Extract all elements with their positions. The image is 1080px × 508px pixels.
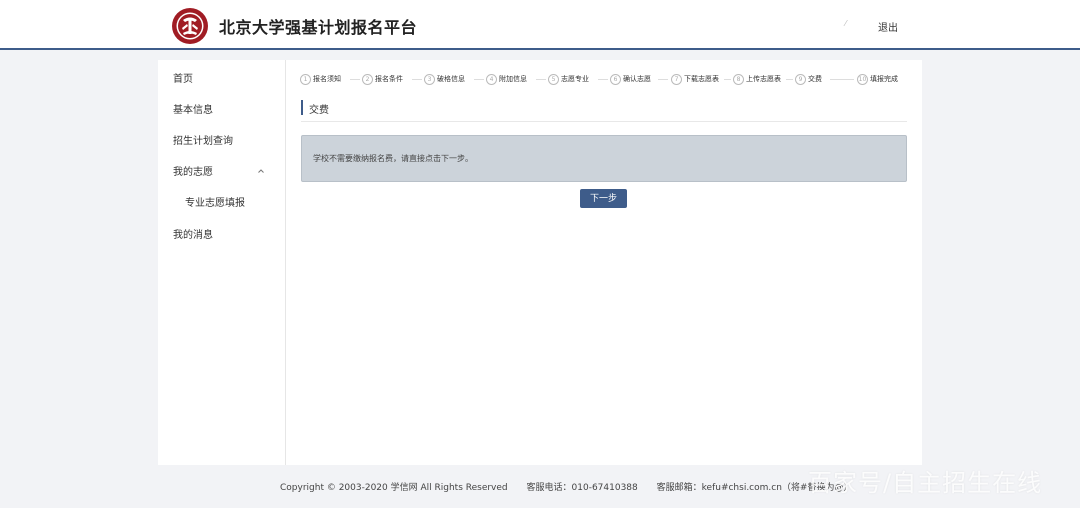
step-2: 2 报名条件	[362, 72, 403, 86]
step-number: 6	[610, 73, 621, 85]
service-phone: 客服电话：010-67410388	[526, 483, 638, 493]
sidebar-item-enrollment-plan[interactable]: 招生计划查询	[173, 132, 233, 147]
footer: Copyright © 2003-2020 学信网 All Rights Res…	[280, 480, 868, 493]
step-label: 破格信息	[437, 75, 465, 83]
step-progress: 1 报名须知 2 报名条件 3 破格信息 4 附加信息 5 志愿专业 6 确认志…	[300, 72, 906, 86]
step-label: 报名条件	[375, 75, 403, 83]
step-label: 报名须知	[313, 75, 341, 83]
step-number: 10	[857, 73, 868, 85]
step-label: 交费	[808, 75, 822, 83]
step-number: 5	[548, 73, 559, 85]
user-name: ⁄	[845, 19, 847, 28]
section-title: 交费	[309, 105, 329, 116]
sidebar-item-home[interactable]: 首页	[173, 70, 193, 85]
step-6: 6 确认志愿	[610, 72, 651, 86]
sidebar-item-major-choice[interactable]: 专业志愿填报	[185, 194, 245, 209]
step-number: 2	[362, 73, 373, 85]
step-number: 8	[733, 73, 744, 85]
notice-text: 学校不需要缴纳报名费，请直接点击下一步。	[313, 154, 473, 163]
notice-box: 学校不需要缴纳报名费，请直接点击下一步。	[301, 135, 907, 182]
sidebar-item-messages[interactable]: 我的消息	[173, 226, 213, 241]
step-number: 1	[300, 73, 311, 85]
step-label: 下载志愿表	[684, 75, 719, 83]
step-number: 4	[486, 73, 497, 85]
step-label: 附加信息	[499, 75, 527, 83]
logout-link[interactable]: 退出	[878, 19, 898, 34]
step-divider	[786, 79, 793, 80]
step-label: 填报完成	[870, 75, 898, 83]
step-number: 3	[424, 73, 435, 85]
sidebar: 首页 基本信息 招生计划查询 我的志愿 专业志愿填报 我的消息	[158, 60, 286, 465]
watermark: 百家号/自主招生在线	[808, 469, 1043, 497]
copyright-text: Copyright © 2003-2020 学信网 All Rights Res…	[280, 483, 508, 493]
step-7: 7 下载志愿表	[671, 72, 719, 86]
section-accent-bar	[301, 100, 303, 115]
step-1: 1 报名须知	[300, 72, 341, 86]
step-number: 9	[795, 73, 806, 85]
step-number: 7	[671, 73, 682, 85]
step-divider	[536, 79, 546, 80]
step-divider	[724, 79, 731, 80]
step-9: 9 交费	[795, 72, 822, 86]
step-label: 志愿专业	[561, 75, 589, 83]
sidebar-item-my-choices[interactable]: 我的志愿	[173, 163, 213, 178]
step-divider	[412, 79, 422, 80]
step-10: 10 填报完成	[857, 72, 898, 86]
next-step-button[interactable]: 下一步	[580, 189, 627, 208]
step-4: 4 附加信息	[486, 72, 527, 86]
peking-university-logo	[172, 8, 208, 44]
sidebar-item-basic-info[interactable]: 基本信息	[173, 101, 213, 116]
main-panel: 1 报名须知 2 报名条件 3 破格信息 4 附加信息 5 志愿专业 6 确认志…	[286, 60, 922, 465]
step-divider	[598, 79, 608, 80]
step-5: 5 志愿专业	[548, 72, 589, 86]
site-title: 北京大学强基计划报名平台	[219, 18, 418, 37]
step-label: 确认志愿	[623, 75, 651, 83]
step-divider	[350, 79, 360, 80]
step-label: 上传志愿表	[746, 75, 781, 83]
step-divider	[474, 79, 484, 80]
top-header: 北京大学强基计划报名平台 ⁄ 退出	[0, 0, 1080, 50]
divider	[301, 121, 907, 122]
step-8: 8 上传志愿表	[733, 72, 781, 86]
step-3: 3 破格信息	[424, 72, 465, 86]
chevron-up-icon[interactable]	[256, 166, 266, 176]
step-divider	[830, 79, 854, 80]
step-divider	[658, 79, 668, 80]
